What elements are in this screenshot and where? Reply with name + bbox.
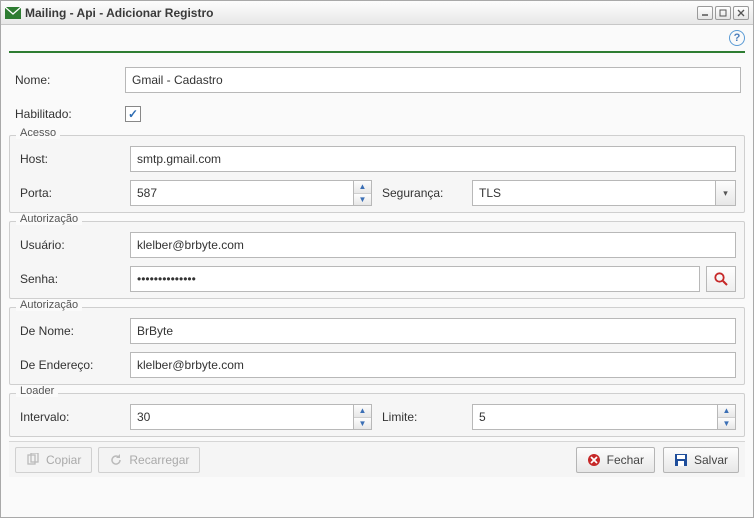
- reveal-password-button[interactable]: [706, 266, 736, 292]
- fechar-label: Fechar: [607, 453, 644, 467]
- close-icon: [587, 453, 601, 467]
- de-endereco-input[interactable]: [130, 352, 736, 378]
- chevron-down-icon[interactable]: ▼: [354, 194, 371, 206]
- close-button[interactable]: [733, 6, 749, 20]
- check-icon: ✓: [128, 107, 138, 121]
- group-acesso: Acesso Host: Porta: ▲ ▼ Se: [9, 135, 745, 213]
- chevron-down-icon: ▾: [723, 188, 728, 199]
- row-senha: Senha:: [14, 262, 740, 296]
- row-porta-seguranca: Porta: ▲ ▼ Segurança: ▾: [14, 176, 740, 210]
- limite-spinner[interactable]: ▲ ▼: [718, 404, 736, 430]
- save-icon: [674, 453, 688, 467]
- usuario-input[interactable]: [130, 232, 736, 258]
- row-usuario: Usuário:: [14, 228, 740, 262]
- row-intervalo-limite: Intervalo: ▲ ▼ Limite: ▲: [14, 400, 740, 434]
- intervalo-label: Intervalo:: [18, 410, 130, 424]
- chevron-down-icon[interactable]: ▼: [354, 418, 371, 430]
- recarregar-label: Recarregar: [129, 453, 189, 467]
- senha-label: Senha:: [18, 272, 130, 286]
- chevron-up-icon[interactable]: ▲: [354, 405, 371, 418]
- habilitado-checkbox[interactable]: ✓: [125, 106, 141, 122]
- nome-label: Nome:: [13, 73, 125, 87]
- senha-input[interactable]: [130, 266, 700, 292]
- window-title: Mailing - Api - Adicionar Registro: [25, 6, 695, 20]
- group-loader: Loader Intervalo: ▲ ▼ Limite:: [9, 393, 745, 437]
- intervalo-input[interactable]: [130, 404, 354, 430]
- reload-icon: [109, 453, 123, 467]
- porta-label: Porta:: [18, 186, 130, 200]
- usuario-label: Usuário:: [18, 238, 130, 252]
- chevron-up-icon[interactable]: ▲: [354, 181, 371, 194]
- group-acesso-legend: Acesso: [16, 127, 60, 139]
- row-de-endereco: De Endereço:: [14, 348, 740, 382]
- group-loader-legend: Loader: [16, 385, 58, 397]
- group-autorizacao1-legend: Autorização: [16, 213, 82, 225]
- row-habilitado: Habilitado: ✓: [9, 97, 745, 131]
- recarregar-button[interactable]: Recarregar: [98, 447, 200, 473]
- row-host: Host:: [14, 142, 740, 176]
- minimize-button[interactable]: [697, 6, 713, 20]
- copiar-button[interactable]: Copiar: [15, 447, 92, 473]
- row-nome: Nome:: [9, 63, 745, 97]
- de-nome-input[interactable]: [130, 318, 736, 344]
- habilitado-label: Habilitado:: [13, 107, 125, 121]
- fechar-button[interactable]: Fechar: [576, 447, 655, 473]
- seguranca-select[interactable]: [472, 180, 716, 206]
- row-de-nome: De Nome:: [14, 314, 740, 348]
- group-autorizacao-credenciais: Autorização Usuário: Senha:: [9, 221, 745, 299]
- seguranca-label: Segurança:: [382, 186, 472, 200]
- intervalo-spinner[interactable]: ▲ ▼: [354, 404, 372, 430]
- magnifier-icon: [713, 271, 729, 287]
- footer-toolbar: Copiar Recarregar Fechar: [9, 441, 745, 477]
- host-label: Host:: [18, 152, 130, 166]
- content-area: ? Nome: Habilitado: ✓ Acesso Host: Porta…: [1, 25, 753, 517]
- chevron-down-icon[interactable]: ▼: [718, 418, 735, 430]
- maximize-button[interactable]: [715, 6, 731, 20]
- dialog-window: Mailing - Api - Adicionar Registro ? Nom…: [0, 0, 754, 518]
- nome-input[interactable]: [125, 67, 741, 93]
- host-input[interactable]: [130, 146, 736, 172]
- seguranca-dropdown-button[interactable]: ▾: [716, 180, 736, 206]
- mail-icon: [5, 5, 21, 21]
- de-nome-label: De Nome:: [18, 324, 130, 338]
- group-autorizacao-remetente: Autorização De Nome: De Endereço:: [9, 307, 745, 385]
- help-row: ?: [9, 25, 745, 51]
- chevron-up-icon[interactable]: ▲: [718, 405, 735, 418]
- copy-icon: [26, 453, 40, 467]
- porta-input[interactable]: [130, 180, 354, 206]
- limite-label: Limite:: [382, 410, 472, 424]
- limite-input[interactable]: [472, 404, 718, 430]
- porta-spinner[interactable]: ▲ ▼: [354, 180, 372, 206]
- salvar-button[interactable]: Salvar: [663, 447, 739, 473]
- group-autorizacao2-legend: Autorização: [16, 299, 82, 311]
- de-endereco-label: De Endereço:: [18, 358, 130, 372]
- accent-bar: [9, 51, 745, 53]
- salvar-label: Salvar: [694, 453, 728, 467]
- help-icon[interactable]: ?: [729, 30, 745, 46]
- copiar-label: Copiar: [46, 453, 81, 467]
- titlebar: Mailing - Api - Adicionar Registro: [1, 1, 753, 25]
